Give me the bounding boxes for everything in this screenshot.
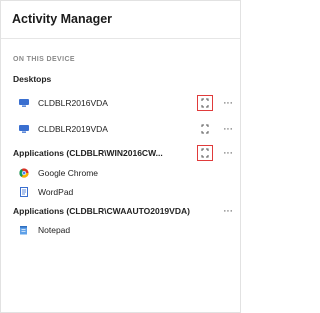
desktop-icon: [19, 125, 29, 134]
section-label: ON THIS DEVICE: [13, 56, 75, 63]
app-group-heading: Applications (CLDBLR\WIN2016CW...: [13, 148, 163, 158]
disconnect-icon[interactable]: [199, 123, 211, 135]
desktop-item-cldblr2019vda[interactable]: CLDBLR2019VDA ···: [1, 119, 240, 139]
app-item-label: WordPad: [38, 187, 74, 197]
wordpad-icon: [19, 187, 29, 197]
more-options-button[interactable]: ···: [223, 123, 233, 135]
app-item-label: Notepad: [38, 225, 71, 235]
more-options-button[interactable]: ···: [223, 147, 233, 159]
app-group-header[interactable]: Applications (CLDBLR\WIN2016CW... ···: [1, 143, 240, 163]
app-item-google-chrome[interactable]: Google Chrome: [1, 163, 240, 183]
desktops-heading: Desktops: [13, 74, 52, 84]
activity-manager-panel: Activity Manager ON THIS DEVICE Desktops…: [0, 0, 241, 313]
desktop-item-label: CLDBLR2019VDA: [38, 124, 108, 134]
app-item-notepad[interactable]: Notepad: [1, 220, 240, 240]
notepad-icon: [19, 226, 29, 235]
disconnect-icon[interactable]: [197, 95, 213, 111]
chrome-icon: [19, 168, 29, 178]
more-options-button[interactable]: ···: [223, 205, 233, 217]
panel-title: Activity Manager: [1, 1, 240, 39]
desktop-item-cldblr2016vda[interactable]: CLDBLR2016VDA ···: [1, 93, 240, 113]
app-item-wordpad[interactable]: WordPad: [1, 182, 240, 202]
app-group-heading: Applications (CLDBLR\CWAAUTO2019VDA): [13, 206, 190, 216]
app-group-header[interactable]: Applications (CLDBLR\CWAAUTO2019VDA) ···: [1, 201, 240, 221]
more-options-button[interactable]: ···: [223, 97, 233, 109]
desktop-icon: [19, 99, 29, 108]
disconnect-icon[interactable]: [197, 145, 213, 161]
app-item-label: Google Chrome: [38, 168, 99, 178]
desktop-item-label: CLDBLR2016VDA: [38, 98, 108, 108]
